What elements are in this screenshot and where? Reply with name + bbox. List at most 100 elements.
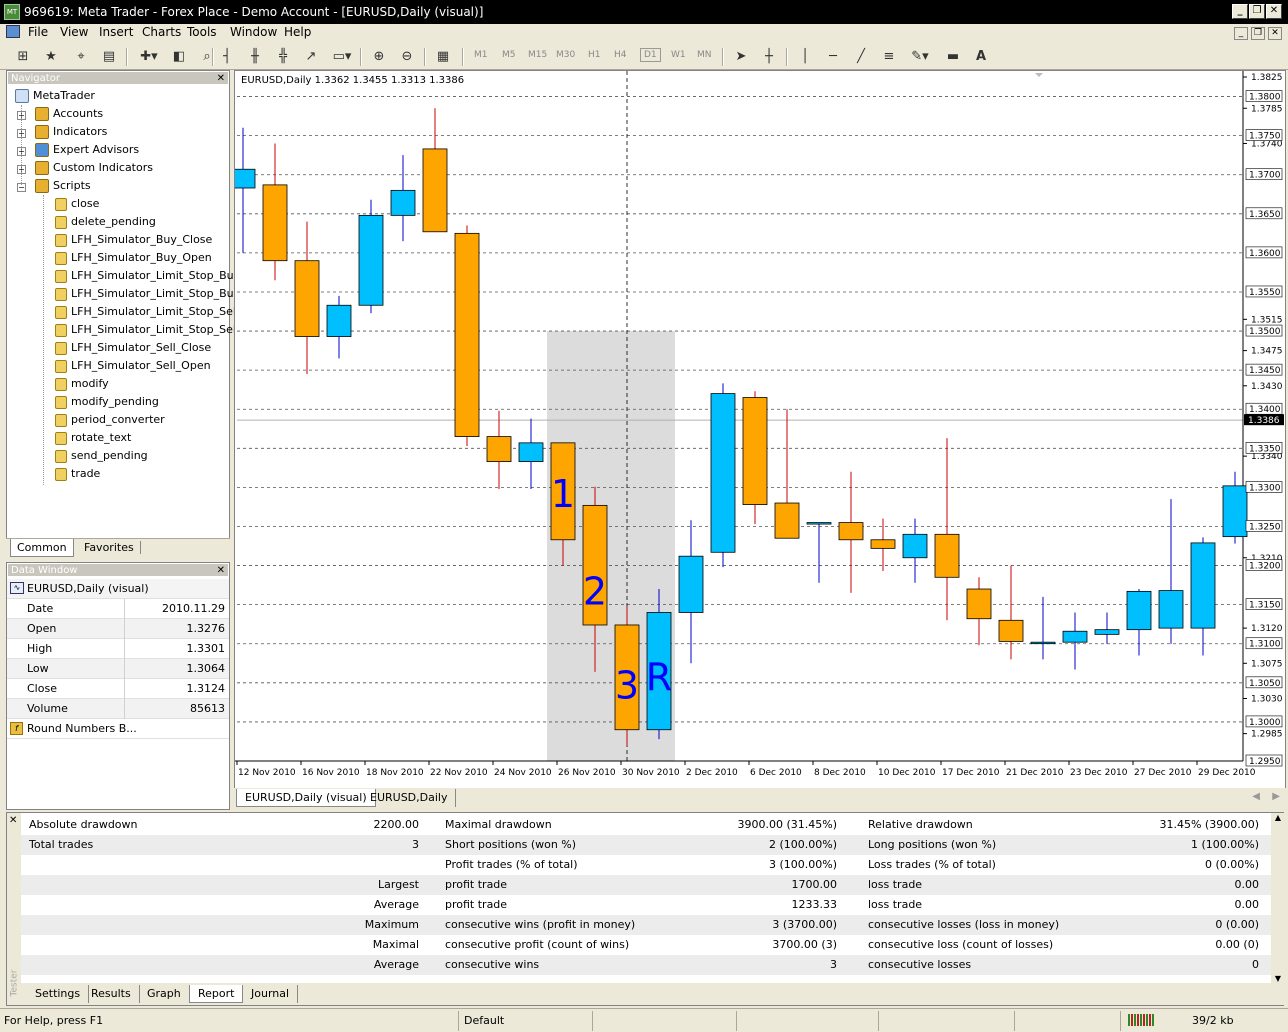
bar-chart-icon[interactable]: ┤ — [216, 47, 238, 67]
zoom-in-icon[interactable]: ⊕ — [368, 47, 390, 67]
scroll-up-icon[interactable]: ▲ — [1271, 813, 1285, 822]
nav-folder[interactable]: Indicators — [35, 125, 107, 139]
trendline-icon[interactable]: ╱ — [850, 47, 872, 67]
tester-close-icon[interactable]: ✕ — [9, 815, 17, 826]
candle-body — [390, 189, 416, 216]
timeframe-m30[interactable]: M30 — [556, 50, 575, 60]
menu-file[interactable]: File — [26, 25, 50, 39]
data-window-symbol-row: ∿ EURUSD,Daily (visual) — [7, 579, 229, 599]
nav-script-item[interactable]: LFH_Simulator_Limit_Stop_Sell_ — [55, 323, 244, 337]
nav-script-item[interactable]: rotate_text — [55, 431, 131, 445]
nav-folder[interactable]: Custom Indicators — [35, 161, 153, 175]
tab-report[interactable]: Report — [189, 985, 244, 1003]
mdi-restore-button[interactable]: ❐ — [1251, 27, 1265, 40]
horizontal-line-icon[interactable]: ─ — [822, 47, 844, 67]
data-window-indicator: Round Numbers B... — [27, 722, 137, 735]
report-label: consecutive losses (loss in money) — [868, 918, 1060, 931]
strategy-tester-icon[interactable]: ⌕ — [196, 47, 218, 67]
profiles-icon[interactable]: ★ — [40, 47, 62, 67]
data-window-close-icon[interactable]: ✕ — [217, 564, 225, 578]
tab-scroll-left-icon[interactable]: ◀ — [1252, 791, 1260, 802]
timeframe-d1[interactable]: D1 — [640, 48, 661, 62]
cursor-icon[interactable]: ➤ — [730, 47, 752, 67]
y-tick-label: 1.3075 — [1251, 659, 1283, 669]
nav-script-item[interactable]: close — [55, 197, 99, 211]
nav-script-item[interactable]: trade — [55, 467, 100, 481]
tab-scroll-right-icon[interactable]: ▶ — [1272, 791, 1280, 802]
timeframe-mn[interactable]: MN — [697, 50, 712, 60]
nav-folder[interactable]: Accounts — [35, 107, 103, 121]
tab-results[interactable]: Results — [83, 985, 140, 1003]
navigator-toggle-icon[interactable]: ▤ — [98, 47, 120, 67]
minimize-button[interactable]: _ — [1232, 4, 1248, 19]
nav-script-item[interactable]: modify_pending — [55, 395, 159, 409]
nav-script-item[interactable]: LFH_Simulator_Limit_Stop_Buy — [55, 269, 240, 283]
crosshair-target-icon[interactable]: ⌖ — [70, 47, 92, 67]
mdi-close-button[interactable]: ✕ — [1268, 27, 1282, 40]
timeframe-h4[interactable]: H4 — [614, 50, 627, 60]
new-order-icon[interactable]: ✚▾ — [134, 47, 164, 67]
timeframe-m15[interactable]: M15 — [528, 50, 547, 60]
menu-window[interactable]: Window — [228, 25, 279, 39]
line-chart-icon[interactable]: ╬ — [272, 47, 294, 67]
data-row-label: Open — [27, 622, 57, 635]
chart-window[interactable]: EURUSD,Daily 1.3362 1.3455 1.3313 1.3386… — [234, 70, 1286, 808]
menu-insert[interactable]: Insert — [97, 25, 135, 39]
x-tick-label: 24 Nov 2010 — [494, 768, 552, 778]
y-level-label: 1.3050 — [1249, 679, 1281, 689]
nav-script-item[interactable]: delete_pending — [55, 215, 156, 229]
navigator-close-icon[interactable]: ✕ — [217, 72, 225, 86]
close-window-button[interactable]: ✕ — [1266, 4, 1282, 19]
new-chart-icon[interactable]: ⊞ — [12, 47, 34, 67]
timeframe-m5[interactable]: M5 — [502, 50, 516, 60]
data-row-low: Low 1.3064 — [7, 659, 229, 679]
tab-chart-daily[interactable]: EURUSD,Daily — [362, 789, 457, 807]
period-icon[interactable]: ▦ — [432, 47, 454, 67]
restore-button[interactable]: ❐ — [1249, 4, 1265, 19]
nav-script-item[interactable]: LFH_Simulator_Limit_Stop_Buy_ — [55, 287, 246, 301]
nav-script-item[interactable]: modify — [55, 377, 109, 391]
report-value: 0 (0.00) — [1215, 918, 1259, 931]
label-icon[interactable]: ▬ — [942, 47, 964, 67]
toolbar: ⊞ ★ ⌖ ▤ ✚▾ ◧ ⌕ ┤ ╫ ╬ ↗ ▭▾ ⊕ ⊖ ▦ M1 M5 M1… — [0, 44, 1288, 70]
menu-tools[interactable]: Tools — [185, 25, 219, 39]
timeframe-h1[interactable]: H1 — [588, 50, 601, 60]
scroll-down-icon[interactable]: ▼ — [1271, 974, 1285, 983]
y-level-label: 1.3700 — [1249, 171, 1281, 181]
nav-script-item[interactable]: LFH_Simulator_Sell_Open — [55, 359, 211, 373]
tab-common[interactable]: Common — [10, 539, 74, 557]
timeframe-m1[interactable]: M1 — [474, 50, 488, 60]
nav-script-item[interactable]: send_pending — [55, 449, 148, 463]
menu-view[interactable]: View — [58, 25, 90, 39]
chart-shift-icon[interactable]: ▭▾ — [328, 47, 356, 67]
tab-settings[interactable]: Settings — [27, 985, 90, 1003]
y-level-label: 1.3150 — [1249, 601, 1281, 611]
nav-script-item[interactable]: LFH_Simulator_Sell_Close — [55, 341, 211, 355]
metaeditor-icon[interactable]: ◧ — [168, 47, 190, 67]
candlestick-chart[interactable]: 123 R1.38251.37851.37401.35151.34751.3430… — [235, 71, 1285, 787]
zoom-out-icon[interactable]: ⊖ — [396, 47, 418, 67]
report-scrollbar[interactable]: ▲ ▼ — [1271, 813, 1285, 983]
crosshair-icon[interactable]: ┼ — [758, 47, 780, 67]
menu-charts[interactable]: Charts — [140, 25, 183, 39]
candlestick-icon[interactable]: ╫ — [244, 47, 266, 67]
timeframe-w1[interactable]: W1 — [671, 50, 686, 60]
text-tool-icon[interactable]: A — [970, 47, 992, 67]
menu-help[interactable]: Help — [282, 25, 313, 39]
nav-script-item[interactable]: LFH_Simulator_Buy_Open — [55, 251, 212, 265]
nav-script-item[interactable]: LFH_Simulator_Buy_Close — [55, 233, 212, 247]
nav-script-item[interactable]: period_converter — [55, 413, 165, 427]
autoscroll-icon[interactable]: ↗ — [300, 47, 322, 67]
mdi-minimize-button[interactable]: _ — [1234, 27, 1248, 40]
shapes-icon[interactable]: ✎▾ — [906, 47, 934, 67]
tab-graph[interactable]: Graph — [139, 985, 190, 1003]
nav-folder[interactable]: Scripts — [35, 179, 91, 193]
tab-favorites[interactable]: Favorites — [78, 541, 141, 554]
tab-journal[interactable]: Journal — [243, 985, 299, 1003]
tab-chart-visual[interactable]: EURUSD,Daily (visual) — [236, 789, 376, 807]
fibonacci-icon[interactable]: ≡ — [878, 47, 900, 67]
nav-folder[interactable]: Expert Advisors — [35, 143, 139, 157]
nav-root[interactable]: MetaTrader — [15, 89, 95, 103]
vertical-line-icon[interactable]: │ — [794, 47, 816, 67]
nav-script-item[interactable]: LFH_Simulator_Limit_Stop_Sell — [55, 305, 239, 319]
